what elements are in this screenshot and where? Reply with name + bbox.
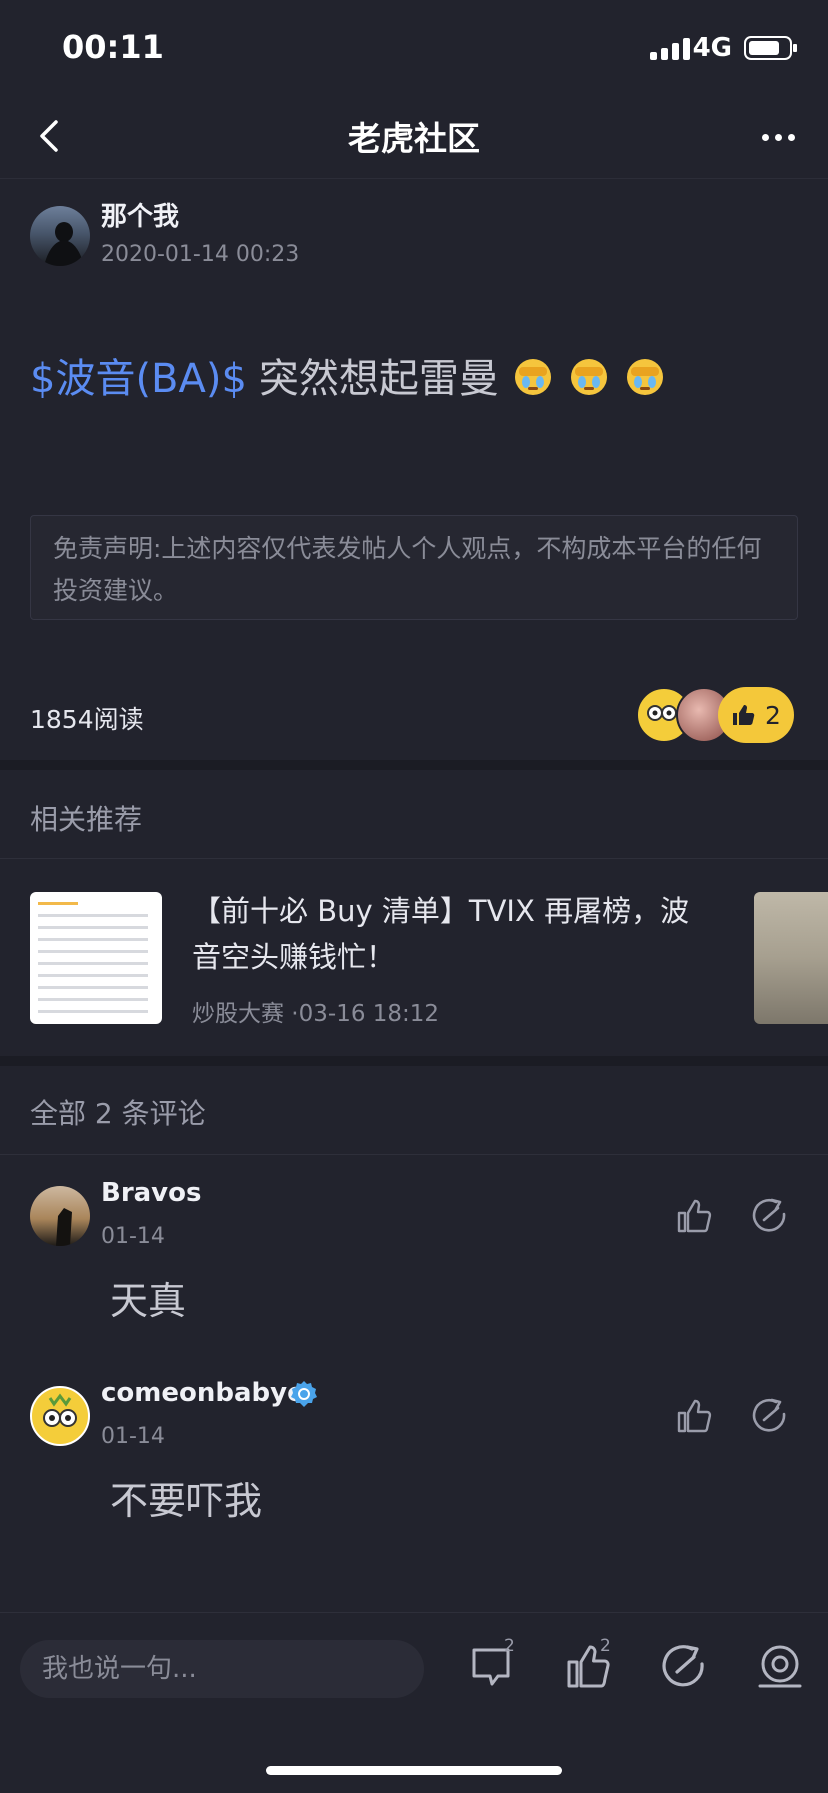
comment-input[interactable]: 我也说一句... [20,1640,424,1698]
recommend-section-title: 相关推荐 [30,803,143,836]
read-count: 1854阅读 [30,705,144,734]
author-avatar[interactable] [30,206,90,266]
post-body: $波音(BA)$ 突然想起雷曼 [30,346,667,404]
liker-avatars[interactable] [636,687,732,743]
comment-date: 01-14 [101,1424,165,1449]
network-label: 4G [692,33,732,63]
more-dots-icon [761,133,769,141]
share-arrow-icon [752,1198,786,1232]
comment-author[interactable]: Bravos [101,1178,201,1208]
comment-like-button[interactable] [674,1396,714,1436]
comment-text: 不要吓我 [110,1479,263,1523]
comment-text: 天真 [110,1279,187,1323]
section-divider [0,1056,828,1066]
thumbs-up-icon [677,1399,712,1433]
share-arrow-icon [662,1645,704,1687]
comment-like-button[interactable] [674,1196,714,1236]
bottom-favorite-button[interactable] [756,1642,804,1690]
recommend-thumbnail[interactable] [30,892,162,1024]
status-bar: 00:11 4G [0,0,828,100]
page-title: 老虎社区 [348,119,480,158]
divider [0,858,828,859]
battery-icon [744,36,797,60]
comment-share-button[interactable] [750,1196,790,1236]
comment-date: 01-14 [101,1224,165,1249]
comment-avatar[interactable] [30,1386,90,1446]
comment-count-badge: 2 [504,1636,515,1656]
like-count: 2 [765,700,781,730]
section-divider [0,760,828,770]
more-button[interactable] [756,122,800,152]
facepalm-emoji-icon [623,353,667,397]
share-arrow-icon [752,1398,786,1432]
post-text: 突然想起雷曼 [258,356,499,402]
author-name[interactable]: 那个我 [101,196,179,233]
comment-author[interactable]: comeonbabye [101,1378,305,1408]
nav-bar: 老虎社区 [0,100,828,179]
collect-icon [758,1645,802,1688]
facepalm-emoji-icon [567,353,611,397]
recommend-meta: 炒股大赛 ·03-16 18:12 [192,1001,440,1027]
facepalm-emoji-icon [511,353,555,397]
home-indicator [266,1766,562,1775]
thumbs-up-icon [677,1199,712,1233]
status-time: 00:11 [62,28,164,66]
like-button[interactable]: 2 [718,687,794,743]
stock-tag-link[interactable]: $波音(BA)$ [30,346,247,404]
recommend-thumbnail[interactable] [754,892,828,1024]
recommend-title[interactable]: 【前十必 Buy 清单】TVIX 再屠榜，波音空头赚钱忙！ [192,888,712,980]
bottom-share-button[interactable] [660,1642,708,1690]
verified-badge-icon [290,1380,318,1408]
signal-icon [650,36,690,60]
disclaimer-box: 免责声明:上述内容仅代表发帖人个人观点，不构成本平台的任何投资建议。 [30,515,798,620]
post-date: 2020-01-14 00:23 [101,242,300,267]
divider [0,1154,828,1155]
comment-share-button[interactable] [750,1396,790,1436]
comment-avatar[interactable] [30,1186,90,1246]
like-count-badge: 2 [600,1636,611,1656]
author-avatar-image [44,222,84,266]
thumbs-up-icon [733,705,755,725]
comments-section-title: 全部 2 条评论 [30,1097,206,1130]
